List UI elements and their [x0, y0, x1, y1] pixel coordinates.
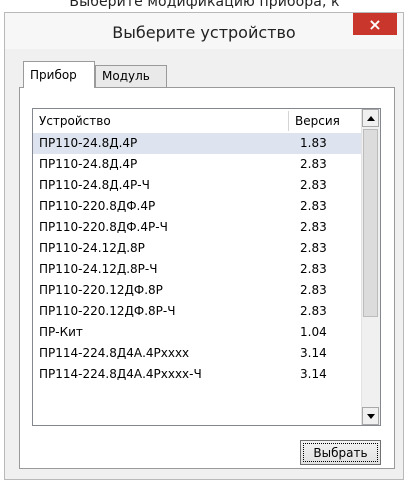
row-version: 2.83	[300, 220, 327, 234]
row-version: 3.14	[300, 367, 327, 381]
table-row[interactable]: ПР110-220.12ДФ.8Р-Ч 2.83	[33, 301, 363, 322]
table-row[interactable]: ПР110-24.8Д.4Р 1.83	[33, 133, 363, 154]
list-rows: ПР110-24.8Д.4Р 1.83 ПР110-24.8Д.4Р 2.83 ПР11…	[33, 133, 363, 385]
scroll-down-button[interactable]	[362, 407, 379, 425]
row-device-name: ПР-Кит	[39, 325, 83, 339]
tab-module[interactable]: Модуль	[95, 65, 167, 87]
row-version: 2.83	[300, 304, 327, 318]
arrow-down-icon	[366, 413, 375, 419]
vertical-scrollbar[interactable]	[361, 109, 380, 425]
tab-device[interactable]: Прибор	[23, 61, 95, 88]
table-row[interactable]: ПР110-24.12Д.8Р 2.83	[33, 238, 363, 259]
column-header-version[interactable]: Версия	[295, 114, 340, 128]
scroll-up-button[interactable]	[362, 109, 379, 127]
select-button[interactable]: Выбрать	[300, 440, 381, 465]
column-header-device[interactable]: Устройство	[39, 114, 111, 128]
list-header: Устройство Версия	[33, 109, 363, 133]
row-version: 2.83	[300, 283, 327, 297]
row-device-name: ПР110-24.8Д.4Р	[39, 157, 138, 171]
table-row[interactable]: ПР114-224.8Д4А.4Рхххх-Ч 3.14	[33, 364, 363, 385]
row-device-name: ПР110-24.8Д.4Р-Ч	[39, 178, 150, 192]
table-row[interactable]: ПР110-24.12Д.8Р-Ч 2.83	[33, 259, 363, 280]
row-device-name: ПР110-24.12Д.8Р	[39, 241, 145, 255]
table-row[interactable]: ПР110-24.8Д.4Р-Ч 2.83	[33, 175, 363, 196]
row-version: 1.83	[300, 136, 327, 150]
row-device-name: ПР110-24.8Д.4Р	[39, 136, 138, 150]
row-version: 2.83	[300, 241, 327, 255]
close-button[interactable]: ×	[353, 13, 397, 35]
row-device-name: ПР110-220.8ДФ.4Р	[39, 199, 156, 213]
table-row[interactable]: ПР110-220.12ДФ.8Р 2.83	[33, 280, 363, 301]
device-selection-dialog: Выберите устройство × Прибор Модуль Устр…	[4, 12, 404, 480]
row-device-name: ПР114-224.8Д4А.4Рхххх-Ч	[39, 367, 202, 381]
row-version: 2.83	[300, 157, 327, 171]
row-version: 2.83	[300, 178, 327, 192]
row-version: 3.14	[300, 346, 327, 360]
table-row[interactable]: ПР110-220.8ДФ.4Р-Ч 2.83	[33, 217, 363, 238]
background-window-text: Выберите модификацию прибора, к	[69, 0, 340, 10]
row-version: 1.04	[300, 325, 327, 339]
arrow-up-icon	[366, 115, 375, 121]
row-device-name: ПР110-220.12ДФ.8Р	[39, 283, 163, 297]
dialog-title: Выберите устройство	[112, 23, 296, 42]
row-device-name: ПР110-24.12Д.8Р-Ч	[39, 262, 158, 276]
row-device-name: ПР110-220.12ДФ.8Р-Ч	[39, 304, 176, 318]
row-device-name: ПР110-220.8ДФ.4Р-Ч	[39, 220, 168, 234]
table-row[interactable]: ПР114-224.8Д4А.4Рхххх 3.14	[33, 343, 363, 364]
row-version: 2.83	[300, 199, 327, 213]
table-row[interactable]: ПР110-220.8ДФ.4Р 2.83	[33, 196, 363, 217]
column-divider[interactable]	[288, 111, 289, 131]
table-row[interactable]: ПР110-24.8Д.4Р 2.83	[33, 154, 363, 175]
scroll-thumb[interactable]	[363, 129, 378, 317]
dialog-titlebar: Выберите устройство ×	[5, 13, 403, 49]
close-icon: ×	[368, 14, 382, 34]
tab-panel: Устройство Версия ПР110-24.8Д.4Р 1.83 ПР11…	[19, 87, 395, 469]
device-list[interactable]: Устройство Версия ПР110-24.8Д.4Р 1.83 ПР11…	[32, 108, 381, 426]
row-device-name: ПР114-224.8Д4А.4Рхххх	[39, 346, 190, 360]
table-row[interactable]: ПР-Кит 1.04	[33, 322, 363, 343]
row-version: 2.83	[300, 262, 327, 276]
